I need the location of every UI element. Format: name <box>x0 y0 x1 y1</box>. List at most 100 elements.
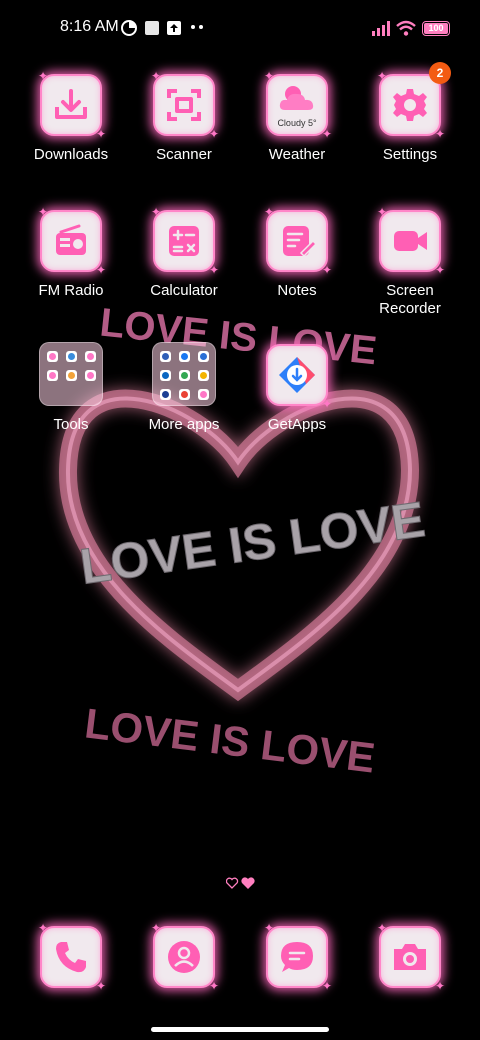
sparkle-icon: ✦ <box>321 127 332 141</box>
sparkle-icon: ✦ <box>264 205 275 219</box>
messages-tile: ✦ ✦ <box>264 922 332 992</box>
downloads-tile: ✦ ✦ <box>38 70 106 140</box>
mini-app-icon <box>47 370 58 381</box>
more-dots-icon <box>191 25 203 29</box>
app-label: Tools <box>53 416 89 433</box>
sparkle-icon: ✦ <box>151 69 162 83</box>
sparkle-icon: ✦ <box>208 263 219 277</box>
app-scanner[interactable]: ✦ ✦ Scanner <box>129 70 239 164</box>
weather-tile: ✦ ✦ Cloudy 5° <box>264 70 332 140</box>
data-saver-icon <box>121 20 137 36</box>
page-dot-1 <box>226 877 239 889</box>
mini-app-icon <box>85 370 96 381</box>
page-dot-2-active <box>241 877 255 889</box>
gear-icon <box>393 89 427 121</box>
app-label: Screen Recorder <box>355 282 465 318</box>
phone-icon <box>56 942 86 973</box>
mini-app-icon <box>198 389 209 400</box>
sparkle-icon: ✦ <box>208 979 219 993</box>
app-weather[interactable]: ✦ ✦ Cloudy 5° Weather <box>242 70 352 164</box>
camera-icon <box>394 944 426 970</box>
calculator-tile: ✦ ✦ <box>151 206 219 276</box>
screen-recorder-tile: ✦ ✦ <box>377 206 445 276</box>
dock-phone[interactable]: ✦ ✦ <box>16 922 126 992</box>
app-calculator[interactable]: ✦ ✦ Calculator <box>129 206 239 300</box>
getapps-tile: ✦ <box>266 344 332 410</box>
sparkle-icon: ✦ <box>434 127 445 141</box>
status-time: 8:16 AM <box>60 18 119 35</box>
app-label: Weather <box>268 146 326 163</box>
notification-badge: 2 <box>429 62 451 84</box>
sparkle-icon: ✦ <box>434 263 445 277</box>
status-bar: 8:16 AM 100 <box>0 0 480 56</box>
weather-widget-text: Cloudy 5° <box>277 118 317 128</box>
app-label: GetApps <box>267 416 327 433</box>
sparkle-icon: ✦ <box>151 921 162 935</box>
app-notes[interactable]: ✦ ✦ Notes <box>242 206 352 300</box>
wifi-icon <box>396 20 416 36</box>
download-icon <box>55 89 87 119</box>
cloud-icon <box>279 86 314 110</box>
wallpaper-text-bottom: LOVE IS LOVE <box>82 699 377 781</box>
app-label: Settings <box>382 146 438 163</box>
notes-icon <box>283 226 317 258</box>
scanner-icon <box>167 89 201 121</box>
mini-app-icon <box>160 351 171 362</box>
mini-app-icon <box>160 389 171 400</box>
app-label-line: Screen <box>386 282 434 299</box>
dock-camera[interactable]: ✦ ✦ <box>355 922 465 992</box>
app-screen-recorder[interactable]: ✦ ✦ Screen Recorder <box>355 206 465 318</box>
mini-app-icon <box>179 389 190 400</box>
app-label-line: Recorder <box>379 300 441 317</box>
radio-icon <box>56 224 86 255</box>
sparkle-icon: ✦ <box>377 69 388 83</box>
settings-tile: ✦ ✦ 2 <box>377 62 451 140</box>
mini-app-icon <box>160 370 171 381</box>
scanner-tile: ✦ ✦ <box>151 70 219 140</box>
sparkle-icon: ✦ <box>377 205 388 219</box>
mini-app-icon <box>47 351 58 362</box>
more-apps-folder-tile <box>152 342 216 406</box>
home-gesture-bar[interactable] <box>151 1027 329 1032</box>
sparkle-icon: ✦ <box>434 979 445 993</box>
dock-messages[interactable]: ✦ ✦ <box>242 922 352 992</box>
app-label: Notes <box>277 282 317 299</box>
contacts-icon <box>168 941 200 973</box>
mini-app-icon <box>179 370 190 381</box>
tools-folder-tile <box>39 342 103 406</box>
app-downloads[interactable]: ✦ ✦ Downloads <box>16 70 126 164</box>
mini-app-icon <box>198 351 209 362</box>
video-camera-icon <box>394 231 427 251</box>
page-indicator[interactable] <box>226 876 258 890</box>
sparkle-icon: ✦ <box>321 263 332 277</box>
sparkle-icon: ✦ <box>38 69 49 83</box>
sparkle-icon: ✦ <box>264 921 275 935</box>
sparkle-icon: ✦ <box>321 979 332 993</box>
app-settings[interactable]: ✦ ✦ 2 Settings <box>355 62 465 164</box>
battery-level: 100 <box>424 23 448 34</box>
phone-tile: ✦ ✦ <box>38 922 106 992</box>
camera-tile: ✦ ✦ <box>377 922 445 992</box>
mini-app-icon <box>198 370 209 381</box>
mini-app-icon <box>66 351 77 362</box>
sparkle-icon: ✦ <box>151 205 162 219</box>
dock-contacts[interactable]: ✦ ✦ <box>129 922 239 992</box>
notes-tile: ✦ ✦ <box>264 206 332 276</box>
app-fm-radio[interactable]: ✦ ✦ FM Radio <box>16 206 126 300</box>
sparkle-icon: ✦ <box>208 127 219 141</box>
folder-more-apps[interactable]: More apps <box>129 342 239 434</box>
folder-tools[interactable]: Tools <box>16 342 126 434</box>
mini-app-icon <box>179 351 190 362</box>
sparkle-icon: ✦ <box>321 397 332 411</box>
app-label: FM Radio <box>38 282 104 299</box>
getapps-icon <box>279 357 315 393</box>
signal-icon <box>372 21 390 36</box>
mini-app-icon <box>66 370 77 381</box>
app-getapps[interactable]: ✦ GetApps <box>242 344 352 434</box>
sparkle-icon: ✦ <box>95 979 106 993</box>
app-label: Downloads <box>33 146 109 163</box>
battery-icon: 100 <box>422 21 450 36</box>
sparkle-icon: ✦ <box>264 69 275 83</box>
calculator-icon <box>169 226 199 256</box>
upload-icon <box>167 21 181 35</box>
